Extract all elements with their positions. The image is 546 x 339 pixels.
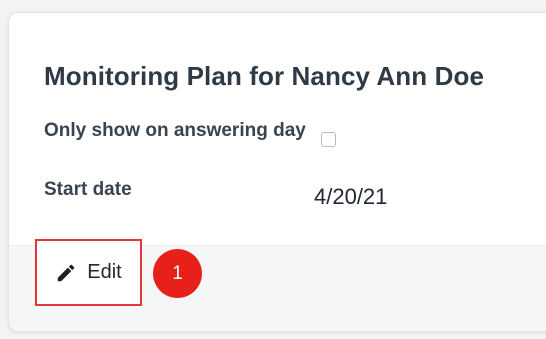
card-title: Monitoring Plan for Nancy Ann Doe [44, 61, 485, 91]
only-show-on-answering-day-checkbox[interactable] [321, 132, 336, 147]
edit-button-label: Edit [87, 261, 122, 283]
start-date-value: 4/20/21 [314, 184, 388, 209]
start-date-label: Start date [44, 179, 132, 200]
step-number-badge: 1 [153, 249, 202, 298]
only-show-on-answering-day-label: Only show on answering day [44, 120, 306, 141]
edit-button[interactable]: Edit [35, 239, 142, 306]
card-body: Monitoring Plan for Nancy Ann Doe Only s… [9, 13, 546, 245]
pencil-icon [55, 262, 77, 284]
page-background: Monitoring Plan for Nancy Ann Doe Only s… [0, 0, 546, 339]
